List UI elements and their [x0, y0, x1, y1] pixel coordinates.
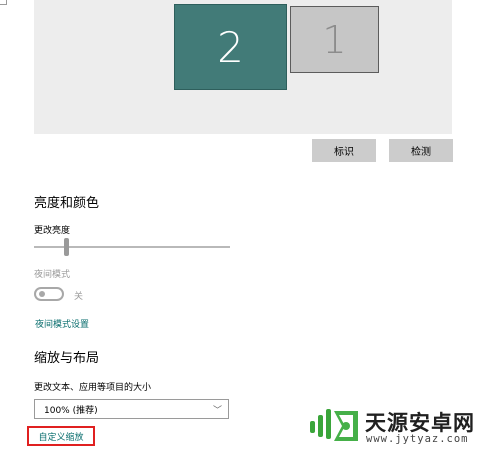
display-2-number: 2	[217, 22, 244, 72]
display-arrangement-area[interactable]: 2 1	[34, 0, 452, 134]
watermark-logo-icon	[310, 409, 358, 441]
custom-scaling-label: 自定义缩放	[38, 432, 84, 443]
brightness-label: 更改亮度	[34, 226, 71, 236]
display-1-number: 1	[322, 17, 347, 62]
detect-button[interactable]: 检测	[389, 139, 453, 162]
text-size-label: 更改文本、应用等项目的大小	[34, 383, 152, 393]
night-light-label: 夜间模式	[34, 270, 71, 280]
custom-scaling-link[interactable]: 自定义缩放	[27, 426, 95, 446]
night-light-settings-link[interactable]: 夜间模式设置	[35, 317, 89, 330]
display-1-tile[interactable]: 1	[290, 6, 379, 73]
brightness-color-heading: 亮度和颜色	[34, 196, 100, 211]
brightness-slider-thumb[interactable]	[64, 238, 69, 256]
window-corner	[0, 0, 7, 5]
scale-layout-heading: 缩放与布局	[34, 351, 100, 366]
toggle-knob	[39, 291, 45, 297]
night-light-toggle[interactable]	[34, 287, 64, 301]
watermark-url: www.jytyaz.com	[366, 433, 469, 445]
identify-button[interactable]: 标识	[312, 139, 376, 162]
display-2-tile[interactable]: 2	[174, 4, 287, 90]
chevron-down-icon: ﹀	[212, 406, 222, 416]
text-size-value: 100% (推荐)	[44, 405, 98, 416]
text-size-dropdown[interactable]: 100% (推荐) ﹀	[34, 399, 229, 419]
night-light-state: 关	[74, 292, 84, 302]
watermark: 天源安卓网 www.jytyaz.com	[308, 405, 496, 447]
